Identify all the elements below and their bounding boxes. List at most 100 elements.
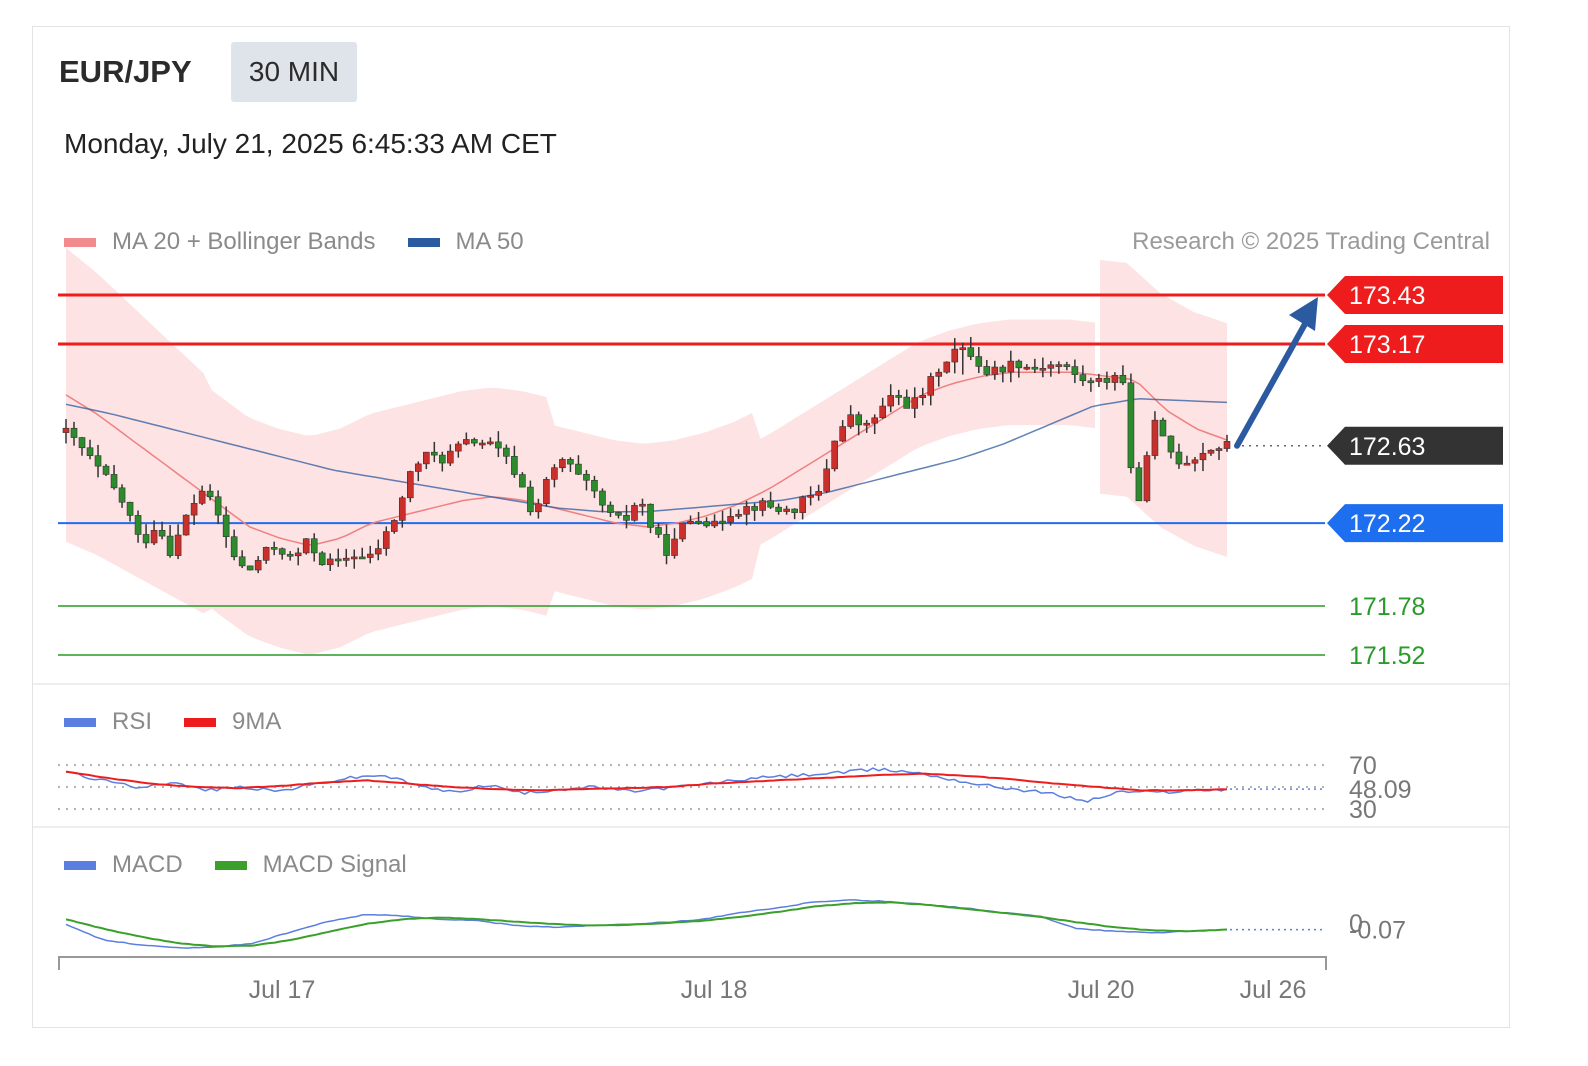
candle-body	[903, 396, 911, 409]
candle-body	[294, 552, 302, 557]
candle-body	[519, 474, 526, 488]
candle-body	[1223, 441, 1231, 449]
candle-body	[687, 520, 694, 524]
candle-body	[1159, 419, 1167, 437]
candle-body	[743, 506, 750, 515]
candle-body	[847, 414, 854, 427]
candle-body	[791, 508, 798, 513]
candle-body	[1175, 451, 1183, 465]
candle-body	[535, 503, 542, 513]
candle-body	[238, 556, 246, 567]
candle-body	[358, 556, 366, 560]
candle-body	[1079, 374, 1087, 382]
bollinger-band-recent	[1100, 259, 1227, 557]
candle-body	[158, 530, 166, 537]
rsi-line	[65, 767, 1228, 803]
resistance-label-0: 173.43	[1349, 282, 1425, 310]
candle-body	[310, 538, 318, 554]
candle-body	[807, 495, 814, 498]
candle-body	[214, 496, 222, 516]
candle-body	[919, 394, 927, 398]
candle-body	[927, 376, 935, 396]
candle-body	[1047, 364, 1055, 369]
candle-body	[583, 473, 590, 481]
candle-body	[94, 455, 102, 467]
candle-body	[455, 443, 462, 452]
candle-body	[78, 437, 86, 449]
candle-body	[839, 426, 846, 442]
candle-body	[174, 534, 182, 556]
candle-body	[671, 538, 678, 556]
candle-body	[423, 451, 430, 465]
candle-body	[1167, 435, 1175, 453]
bollinger-band-main	[66, 247, 1095, 655]
candle-body	[447, 450, 454, 464]
candle-body	[647, 503, 654, 528]
candle-body	[575, 463, 582, 475]
candle-body	[366, 553, 374, 558]
candle-body	[1183, 462, 1191, 466]
candle-body	[975, 356, 983, 367]
candle-body	[262, 547, 270, 561]
time-tick-3: Jul 26	[1240, 976, 1307, 1004]
candle-body	[439, 454, 446, 464]
candle-body	[1191, 459, 1199, 464]
candle-body	[679, 522, 686, 540]
candle-body	[382, 531, 390, 549]
candle-body	[751, 506, 758, 511]
candle-body	[1055, 364, 1063, 367]
candle-body	[1007, 360, 1015, 373]
candle-body	[663, 534, 670, 556]
candle-body	[1199, 452, 1207, 461]
candle-body	[703, 521, 710, 527]
candle-body	[831, 440, 838, 470]
candle-body	[254, 560, 262, 571]
candle-body	[983, 366, 991, 375]
macd-panel: 0-0.07	[65, 899, 1406, 949]
macd-signal-line	[65, 901, 1228, 948]
candle-body	[62, 427, 70, 433]
candle-body	[607, 504, 614, 513]
last-label-2: 172.63	[1349, 433, 1425, 461]
rsi-9ma-line	[65, 770, 1228, 792]
candle-body	[487, 441, 494, 445]
candle-body	[959, 347, 967, 350]
candle-body	[270, 547, 278, 550]
bollinger-bands	[66, 247, 1227, 655]
candle-body	[1071, 366, 1079, 375]
candle-body	[591, 479, 598, 492]
macd-last-value: -0.07	[1349, 917, 1406, 945]
candle-body	[887, 395, 895, 407]
candle-body	[967, 347, 975, 357]
candle-body	[879, 405, 887, 419]
time-tick-0: Jul 17	[249, 976, 316, 1004]
candle-body	[431, 451, 438, 456]
candle-body	[1215, 448, 1223, 451]
candle-body	[110, 474, 118, 489]
candle-body	[551, 467, 558, 480]
candle-body	[1127, 382, 1135, 469]
resistance-label-1: 173.17	[1349, 331, 1425, 359]
candle-body	[695, 520, 702, 524]
candle-body	[222, 514, 230, 538]
candle-body	[759, 500, 766, 511]
candle-body	[398, 497, 406, 521]
candle-body	[406, 471, 414, 499]
candle-body	[142, 534, 150, 544]
chart-canvas: 173.43 173.17 172.63 172.22 171.78 171.52 703…	[33, 247, 1509, 1004]
candle-body	[783, 508, 790, 512]
candle-body	[615, 512, 622, 516]
support-label-5: 171.52	[1349, 642, 1425, 670]
candle-body	[935, 371, 943, 377]
candle-body	[230, 536, 238, 558]
candle-body	[479, 442, 486, 446]
candle-body	[415, 463, 422, 472]
time-axis: Jul 17 Jul 18 Jul 20 Jul 26	[58, 956, 1327, 1004]
candle-body	[1087, 380, 1095, 384]
candle-body	[334, 558, 342, 562]
candle-body	[767, 500, 774, 508]
candle-body	[278, 548, 286, 555]
candle-body	[567, 459, 574, 465]
candle-body	[302, 538, 310, 554]
candle-body	[999, 366, 1007, 373]
